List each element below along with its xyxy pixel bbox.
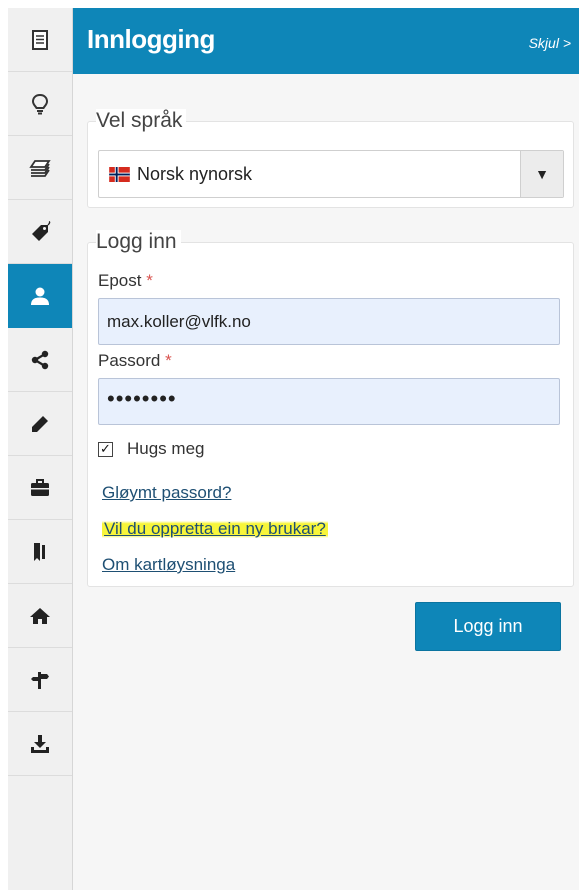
- checkmark-icon: ✓: [100, 441, 111, 456]
- login-button[interactable]: Logg inn: [415, 602, 561, 651]
- rail-item-bookmarks[interactable]: [8, 520, 72, 584]
- panel-header: Innlogging Skjul >: [73, 8, 579, 74]
- pencil-icon: [32, 415, 48, 432]
- password-label: Passord *: [98, 351, 172, 371]
- language-select[interactable]: Norsk nynorsk ▼: [98, 150, 564, 198]
- language-card: Vel språk Norsk nynorsk ▼: [87, 109, 574, 208]
- login-panel: Innlogging Skjul > Vel språk Norsk nynor…: [73, 8, 579, 890]
- login-legend: Logg inn: [96, 230, 181, 254]
- rail-item-tips[interactable]: [8, 72, 72, 136]
- language-select-value: Norsk nynorsk: [137, 164, 253, 184]
- remember-me-label: Hugs meg: [127, 439, 205, 458]
- rail-item-share[interactable]: [8, 328, 72, 392]
- caret-down-icon: ▼: [535, 166, 549, 182]
- password-field[interactable]: ••••••••: [98, 378, 560, 425]
- hide-panel-link[interactable]: Skjul >: [529, 35, 571, 51]
- lightbulb-icon: [31, 93, 49, 114]
- home-icon: [30, 607, 50, 624]
- icon-rail: [8, 8, 73, 890]
- create-user-link-text: Vil du oppretta ein ny brukar?: [102, 519, 328, 538]
- bookmark-icon: [34, 542, 45, 561]
- password-label-text: Passord: [98, 351, 161, 370]
- tag-icon: [32, 220, 51, 241]
- rail-item-directions[interactable]: [8, 648, 72, 712]
- document-icon: [32, 29, 48, 50]
- email-label: Epost *: [98, 271, 153, 291]
- layers-icon: [29, 159, 51, 177]
- panel-title: Innlogging: [87, 24, 215, 54]
- norway-flag-icon: [109, 167, 130, 182]
- rail-item-download[interactable]: [8, 712, 72, 776]
- briefcase-icon: [31, 478, 49, 496]
- rail-item-tools[interactable]: [8, 456, 72, 520]
- signpost-icon: [31, 671, 49, 689]
- required-mark: *: [165, 351, 172, 370]
- rail-item-document[interactable]: [8, 8, 72, 72]
- rail-item-home[interactable]: [8, 584, 72, 648]
- user-icon: [31, 287, 49, 305]
- remember-me-checkbox[interactable]: ✓: [98, 441, 113, 457]
- remember-me-row: ✓ Hugs meg: [98, 439, 204, 459]
- required-mark: *: [146, 271, 153, 290]
- rail-item-layers[interactable]: [8, 136, 72, 200]
- rail-item-draw[interactable]: [8, 392, 72, 456]
- rail-item-tags[interactable]: [8, 200, 72, 264]
- about-map-link[interactable]: Om kartløysninga: [102, 555, 235, 575]
- share-icon: [31, 350, 49, 369]
- dropdown-button[interactable]: ▼: [520, 151, 563, 197]
- email-field[interactable]: max.koller@vlfk.no: [98, 298, 560, 345]
- create-user-link[interactable]: Vil du oppretta ein ny brukar?: [102, 519, 328, 539]
- email-label-text: Epost: [98, 271, 142, 290]
- language-legend: Vel språk: [96, 109, 187, 133]
- login-card: Logg inn Epost * max.koller@vlfk.no Pass…: [87, 230, 574, 587]
- rail-item-login[interactable]: [8, 264, 72, 328]
- download-icon: [31, 734, 49, 753]
- forgot-password-link[interactable]: Gløymt passord?: [102, 483, 231, 503]
